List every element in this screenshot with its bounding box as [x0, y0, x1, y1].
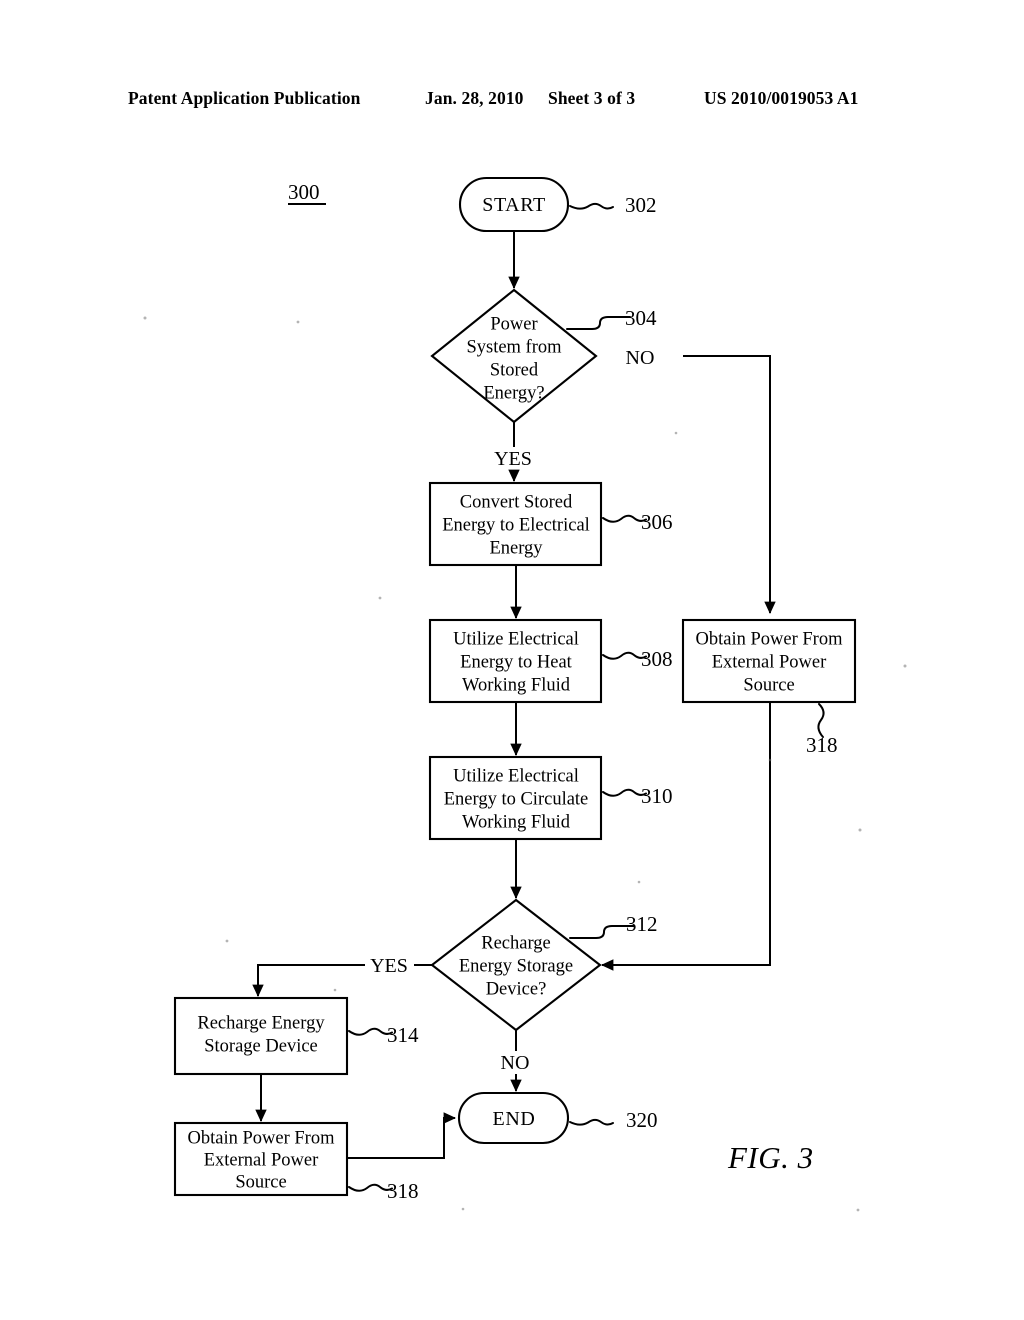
node-decision-304-line2: System from — [466, 337, 562, 357]
ref-label-320: 320 — [626, 1108, 658, 1132]
node-process-318-right-line3: Source — [743, 675, 794, 695]
ref-label-318-right: 318 — [806, 733, 838, 757]
ref-label-308: 308 — [641, 647, 673, 671]
node-process-310-line1: Utilize Electrical — [453, 766, 579, 786]
ref-label-312: 312 — [626, 912, 658, 936]
node-process-308-line3: Working Fluid — [462, 675, 571, 695]
node-decision-312-line2: Energy Storage — [459, 956, 573, 976]
branch-label-312-no: NO — [501, 1052, 530, 1074]
node-process-308-line1: Utilize Electrical — [453, 629, 579, 649]
node-process-314: Recharge Energy Storage Device 314 — [173, 996, 419, 1076]
edge-304-to-318r — [683, 355, 776, 614]
node-process-310-line2: Energy to Circulate — [444, 789, 589, 809]
node-process-318-right-line1: Obtain Power From — [696, 629, 844, 649]
node-process-306-line3: Energy — [489, 538, 543, 558]
node-decision-312-line1: Recharge — [481, 933, 551, 953]
node-process-318-bottom-line2: External Power — [204, 1150, 319, 1170]
branch-label-312-yes: YES — [370, 955, 408, 977]
node-process-318-bottom-line1: Obtain Power From — [188, 1128, 336, 1148]
node-process-318-bottom: Obtain Power From External Power Source … — [173, 1121, 419, 1203]
patent-figure-page: Patent Application Publication Jan. 28, … — [0, 0, 1024, 1320]
figure-caption: FIG. 3 — [728, 1140, 814, 1175]
node-process-308-line2: Energy to Heat — [460, 652, 573, 672]
node-process-318-bottom-line3: Source — [235, 1172, 286, 1192]
node-process-318-right-line2: External Power — [712, 652, 827, 672]
edge-312-to-314 — [252, 964, 365, 997]
edge-318b-to-320 — [347, 1112, 456, 1159]
branch-label-304-no: NO — [626, 347, 655, 369]
node-decision-304-line1: Power — [490, 314, 537, 334]
node-start-302: START 302 — [458, 176, 657, 233]
node-process-310-line3: Working Fluid — [462, 812, 571, 832]
node-decision-312-line3: Device? — [486, 979, 547, 999]
node-process-306: Convert Stored Energy to Electrical Ener… — [428, 481, 673, 567]
node-process-314-line1: Recharge Energy — [197, 1013, 325, 1033]
node-process-308: Utilize Electrical Energy to Heat Workin… — [428, 618, 673, 704]
node-process-310: Utilize Electrical Energy to Circulate W… — [428, 755, 673, 841]
ref-label-306: 306 — [641, 510, 673, 534]
flowchart-diagram: 300 START 302 Power System from Stored E… — [143, 176, 907, 1212]
branch-label-304-yes: YES — [494, 448, 532, 470]
node-decision-304: Power System from Stored Energy? 304 — [430, 288, 657, 424]
ref-label-304: 304 — [625, 306, 657, 330]
diagram-ref-300: 300 — [288, 180, 326, 205]
node-process-314-line2: Storage Device — [204, 1036, 318, 1056]
node-start-302-label: START — [482, 194, 546, 216]
node-end-320-label: END — [493, 1108, 536, 1130]
ref-label-310: 310 — [641, 784, 673, 808]
node-process-306-line2: Energy to Electrical — [442, 515, 590, 535]
ref-label-318-bottom: 318 — [387, 1179, 419, 1203]
ref-label-302: 302 — [625, 193, 657, 217]
node-process-306-line1: Convert Stored — [460, 492, 573, 512]
node-decision-304-line4: Energy? — [483, 383, 544, 403]
node-end-320: END 320 — [457, 1091, 658, 1145]
node-decision-304-line3: Stored — [490, 360, 539, 380]
diagram-ref-300-label: 300 — [288, 180, 320, 204]
ref-label-314: 314 — [387, 1023, 419, 1047]
